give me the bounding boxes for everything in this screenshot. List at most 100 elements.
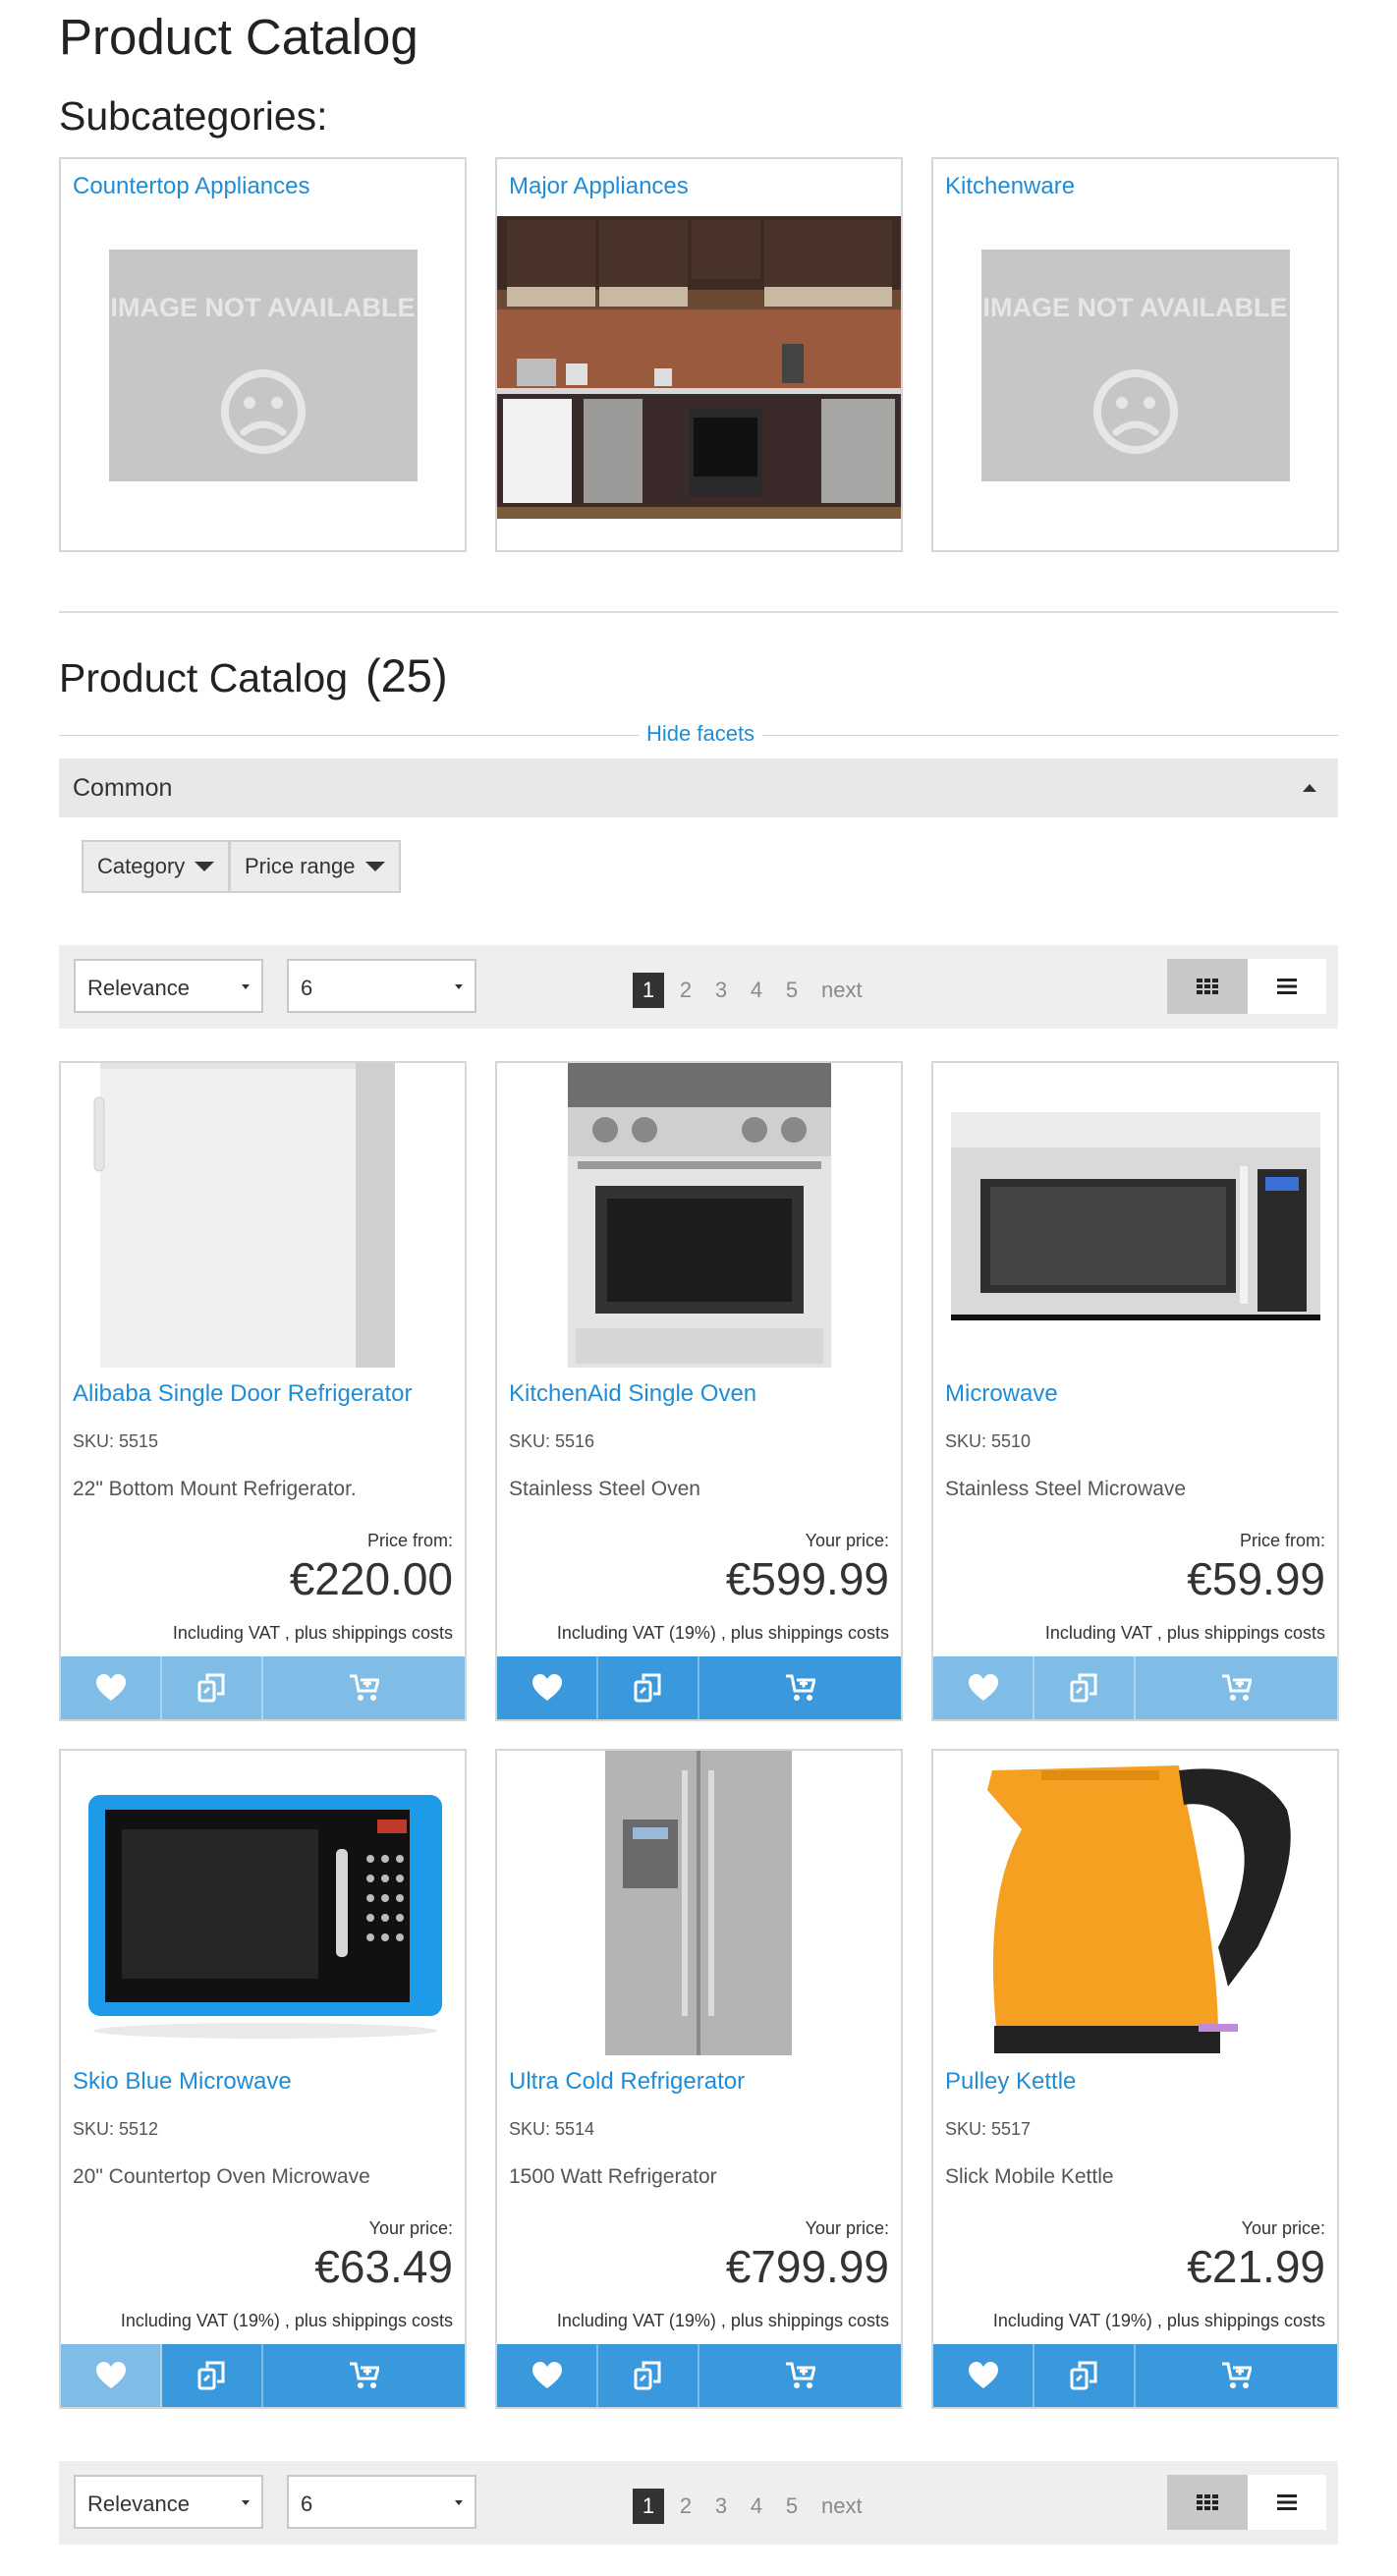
wishlist-button[interactable]: [497, 1656, 598, 1719]
list-view-button[interactable]: [1248, 2475, 1326, 2530]
subcategory-link[interactable]: Countertop Appliances: [73, 173, 310, 200]
product-actions: [933, 1656, 1337, 1719]
product-name-link[interactable]: Microwave: [945, 1380, 1058, 1408]
product-actions: [61, 2344, 465, 2407]
page-2-link[interactable]: 2: [668, 2489, 703, 2524]
compare-button[interactable]: [1034, 2344, 1136, 2407]
wishlist-button[interactable]: [61, 1656, 162, 1719]
page-4-link[interactable]: 4: [739, 2489, 774, 2524]
product-image[interactable]: [933, 1063, 1337, 1368]
product-sku: SKU: 5516: [509, 1431, 595, 1451]
price-label: Price from:: [1239, 1531, 1325, 1550]
compare-icon: [197, 2361, 224, 2390]
facet-group-common[interactable]: Common: [59, 758, 1338, 817]
subcategory-card-countertop-appliances[interactable]: Countertop Appliances IMAGE NOT AVAILABL…: [59, 157, 467, 552]
product-image[interactable]: [933, 1751, 1337, 2055]
compare-button[interactable]: [1034, 1656, 1136, 1719]
grid-icon: [1197, 979, 1218, 994]
product-description: 1500 Watt Refrigerator: [509, 2165, 717, 2188]
wishlist-button[interactable]: [61, 2344, 162, 2407]
hide-facets-link[interactable]: Hide facets: [639, 721, 763, 747]
subcategory-card-major-appliances[interactable]: Major Appliances: [495, 157, 903, 552]
compare-icon: [634, 2361, 660, 2390]
page-1-link[interactable]: 1: [633, 973, 664, 1008]
product-card: Ultra Cold Refrigerator SKU: 5514 1500 W…: [495, 1749, 903, 2409]
page-1-link[interactable]: 1: [633, 2489, 664, 2524]
product-name-link[interactable]: KitchenAid Single Oven: [509, 1380, 756, 1408]
per-page-select[interactable]: 6: [287, 2475, 476, 2529]
category-filter-button[interactable]: Category: [82, 840, 231, 893]
price-label: Your price:: [1241, 2218, 1325, 2238]
add-to-cart-button[interactable]: [263, 1656, 465, 1719]
wishlist-button[interactable]: [933, 1656, 1034, 1719]
add-to-cart-button[interactable]: [1136, 2344, 1337, 2407]
product-actions: [497, 2344, 901, 2407]
add-to-cart-button[interactable]: [699, 2344, 901, 2407]
cart-icon: [1221, 1674, 1252, 1701]
product-description: Stainless Steel Microwave: [945, 1478, 1187, 1500]
pagination: 1 2 3 4 5 next: [633, 973, 863, 1008]
next-page-link[interactable]: next: [821, 2493, 863, 2519]
sort-select[interactable]: Relevance: [74, 959, 263, 1013]
product-price: €799.99: [725, 2241, 889, 2292]
results-toolbar-top: Relevance 6 1 2 3 4 5 next: [59, 945, 1338, 1029]
product-card: Alibaba Single Door Refrigerator SKU: 55…: [59, 1061, 467, 1721]
product-name-link[interactable]: Pulley Kettle: [945, 2068, 1076, 2096]
per-page-select[interactable]: 6: [287, 959, 476, 1013]
price-label: Your price:: [805, 1531, 889, 1550]
price-range-filter-button[interactable]: Price range: [229, 840, 401, 893]
subcategory-card-kitchenware[interactable]: Kitchenware IMAGE NOT AVAILABLE: [931, 157, 1339, 552]
product-sku: SKU: 5510: [945, 1431, 1032, 1451]
heart-icon: [95, 1674, 126, 1701]
caret-down-icon: [364, 862, 385, 871]
vat-note: Including VAT (19%) , plus shippings cos…: [120, 2311, 453, 2330]
product-actions: [933, 2344, 1337, 2407]
add-to-cart-button[interactable]: [699, 1656, 901, 1719]
page-2-link[interactable]: 2: [668, 973, 703, 1008]
product-image[interactable]: [61, 1751, 465, 2055]
compare-button[interactable]: [598, 1656, 699, 1719]
product-price: €21.99: [1187, 2241, 1325, 2292]
cart-icon: [349, 1674, 379, 1701]
product-description: 20" Countertop Oven Microwave: [73, 2165, 370, 2188]
compare-button[interactable]: [162, 2344, 263, 2407]
product-name-link[interactable]: Skio Blue Microwave: [73, 2068, 292, 2096]
product-image[interactable]: [497, 1063, 901, 1368]
sort-select[interactable]: Relevance: [74, 2475, 263, 2529]
catalog-heading: Product Catalog (25): [59, 648, 448, 702]
grid-view-button[interactable]: [1167, 959, 1248, 1014]
sort-select-value: Relevance: [87, 2492, 190, 2516]
next-page-link[interactable]: next: [821, 978, 863, 1003]
sort-select-value: Relevance: [87, 976, 190, 1000]
product-card: KitchenAid Single Oven SKU: 5516 Stainle…: [495, 1061, 903, 1721]
product-card: Microwave SKU: 5510 Stainless Steel Micr…: [931, 1061, 1339, 1721]
product-image[interactable]: [497, 1751, 901, 2055]
add-to-cart-button[interactable]: [263, 2344, 465, 2407]
subcategories-list: Countertop Appliances IMAGE NOT AVAILABL…: [59, 157, 1339, 552]
list-icon: [1277, 979, 1297, 994]
page-3-link[interactable]: 3: [703, 2489, 739, 2524]
heart-icon: [95, 2362, 126, 2388]
page-4-link[interactable]: 4: [739, 973, 774, 1008]
price-label: Your price:: [805, 2218, 889, 2238]
subcategory-link[interactable]: Major Appliances: [509, 173, 689, 200]
product-sku: SKU: 5515: [73, 1431, 159, 1451]
wishlist-button[interactable]: [933, 2344, 1034, 2407]
grid-view-button[interactable]: [1167, 2475, 1248, 2530]
wishlist-button[interactable]: [497, 2344, 598, 2407]
compare-icon: [634, 1673, 660, 1703]
subcategory-link[interactable]: Kitchenware: [945, 173, 1075, 200]
product-name-link[interactable]: Ultra Cold Refrigerator: [509, 2068, 745, 2096]
product-card: Skio Blue Microwave SKU: 5512 20" Counte…: [59, 1749, 467, 2409]
page-5-link[interactable]: 5: [774, 973, 810, 1008]
product-name-link[interactable]: Alibaba Single Door Refrigerator: [73, 1380, 413, 1408]
add-to-cart-button[interactable]: [1136, 1656, 1337, 1719]
list-view-button[interactable]: [1248, 959, 1326, 1014]
product-image[interactable]: [61, 1063, 465, 1368]
page-3-link[interactable]: 3: [703, 973, 739, 1008]
vat-note: Including VAT (19%) , plus shippings cos…: [992, 2311, 1325, 2330]
sad-face-icon: [1092, 369, 1178, 454]
compare-button[interactable]: [598, 2344, 699, 2407]
compare-button[interactable]: [162, 1656, 263, 1719]
page-5-link[interactable]: 5: [774, 2489, 810, 2524]
